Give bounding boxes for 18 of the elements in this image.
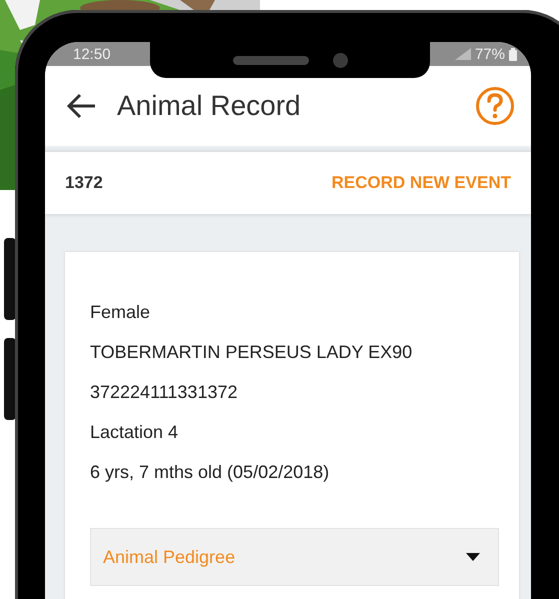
back-arrow-icon[interactable]	[65, 92, 97, 120]
clock: 12:50	[73, 46, 111, 62]
battery-icon	[509, 48, 517, 60]
detail-text: 372224111331372	[90, 381, 238, 404]
battery-level: 77%	[474, 46, 505, 62]
screen-title: Animal Record	[117, 90, 302, 122]
detail-text: TOBERMARTIN PERSEUS LADY EX90	[90, 341, 414, 364]
signal-icon	[454, 48, 471, 60]
detail-text: 6 yrs, 7 mths old (05/02/2018)	[90, 461, 330, 484]
animal-tag: 1372	[65, 173, 103, 193]
record-event-button[interactable]: RECORD NEW EVENT	[332, 173, 511, 193]
caret-icon	[466, 553, 480, 561]
dropdown-label: Animal Pedigree	[103, 546, 236, 568]
pedigree-dropdown[interactable]: Animal Pedigree	[90, 528, 499, 586]
detail-text: Female	[90, 301, 152, 324]
camera-lens	[332, 52, 348, 68]
detail-text: Lactation 4	[90, 421, 180, 444]
help-icon[interactable]	[475, 86, 515, 126]
